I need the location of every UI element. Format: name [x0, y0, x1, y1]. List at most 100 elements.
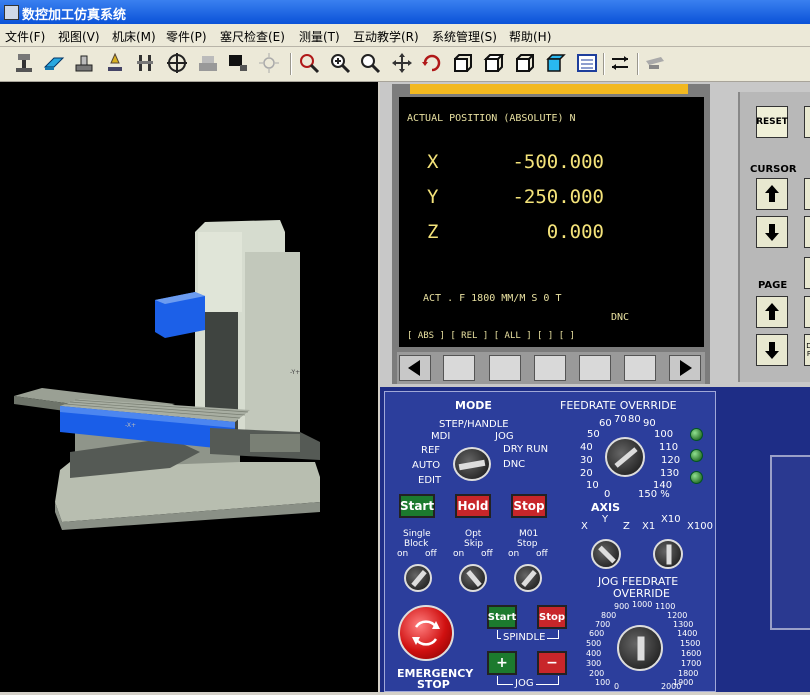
page-up-button[interactable]	[756, 296, 788, 328]
softkey-bar	[397, 352, 705, 384]
list-icon[interactable]	[575, 51, 599, 75]
menu-machine[interactable]: 机床(M)	[112, 28, 156, 45]
cursor-down-button[interactable]	[756, 216, 788, 248]
menu-measure[interactable]: 测量(T)	[299, 28, 340, 45]
mode-dnc: DNC	[503, 459, 526, 470]
feed-label-110: 110	[659, 442, 679, 453]
spindle-start-button[interactable]: Start	[487, 605, 517, 629]
cycle-stop-button[interactable]: Stop	[511, 494, 547, 518]
menu-help[interactable]: 帮助(H)	[509, 28, 551, 45]
light-icon[interactable]	[257, 51, 281, 75]
jog-label-600: 600	[589, 629, 605, 638]
key-edge-2[interactable]	[804, 178, 810, 210]
menu-feeler-check[interactable]: 塞尺检查(E)	[220, 28, 285, 45]
step-x10: X10	[661, 514, 681, 525]
softkey-left-arrow[interactable]	[399, 355, 431, 381]
axis-y-option: Y	[602, 514, 609, 525]
machine-operator-panel: MODE STEP/HANDLE MDI JOG REF DRY RUN AUT…	[384, 391, 716, 692]
emergency-stop-button[interactable]	[398, 605, 454, 661]
jog-label-700: 700	[595, 620, 611, 629]
softkey-1[interactable]	[443, 355, 475, 381]
key-edge-1[interactable]	[804, 106, 810, 138]
opt-skip-switch[interactable]	[459, 564, 487, 592]
mode-selector-knob[interactable]	[453, 447, 491, 481]
view-front-icon[interactable]	[513, 51, 537, 75]
key-edge-6[interactable]: DP	[804, 334, 810, 366]
key-edge-5[interactable]	[804, 296, 810, 328]
cursor-up-button[interactable]	[756, 178, 788, 210]
swap-icon[interactable]	[608, 51, 632, 75]
rotate-arrows-icon	[412, 620, 440, 646]
toolbar-separator	[603, 53, 605, 75]
jog-label-1400: 1400	[677, 629, 698, 638]
title-bar: 数控加工仿真系统	[0, 0, 810, 24]
menu-view[interactable]: 视图(V)	[58, 28, 100, 45]
arrow-up-icon	[765, 185, 779, 202]
tool-icon[interactable]	[103, 51, 127, 75]
zoom-box-icon[interactable]	[297, 51, 321, 75]
toolbar	[0, 47, 810, 82]
single-block-switch[interactable]	[404, 564, 432, 592]
softkey-3[interactable]	[534, 355, 566, 381]
jog-plus-button[interactable]: +	[487, 651, 517, 675]
m01-stop-switch[interactable]	[514, 564, 542, 592]
fixture-icon[interactable]	[72, 51, 96, 75]
view-left-icon[interactable]	[451, 51, 475, 75]
zoom-in-icon[interactable]	[328, 51, 352, 75]
gray-tool-icon[interactable]	[643, 51, 667, 75]
view-iso-icon[interactable]	[482, 51, 506, 75]
caliper-icon[interactable]	[133, 51, 157, 75]
softkey-5[interactable]	[624, 355, 656, 381]
jog-label-1800: 1800	[678, 669, 699, 678]
page-down-button[interactable]	[756, 334, 788, 366]
feed-hold-button[interactable]: Hold	[455, 494, 491, 518]
jog-feedrate-knob[interactable]	[617, 625, 663, 671]
svg-text:-Y+: -Y+	[290, 369, 300, 376]
m01-stop-line1: M01	[519, 529, 539, 539]
mode-dry-run: DRY RUN	[503, 444, 549, 455]
menu-bar: 文件(F) 视图(V) 机床(M) 零件(P) 塞尺检查(E) 测量(T) 互动…	[0, 24, 810, 47]
axis-select-knob[interactable]	[591, 539, 621, 569]
menu-file[interactable]: 文件(F)	[5, 28, 45, 45]
softkey-4[interactable]	[579, 355, 611, 381]
eraser-icon[interactable]	[42, 51, 66, 75]
3d-viewport[interactable]: -Y+ -X+	[0, 82, 378, 692]
feed-label-50: 50	[587, 429, 600, 440]
softkey-right-arrow[interactable]	[669, 355, 701, 381]
menu-system-management[interactable]: 系统管理(S)	[432, 28, 497, 45]
target-icon[interactable]	[165, 51, 189, 75]
softkey-2[interactable]	[489, 355, 521, 381]
workpiece-icon[interactable]	[196, 51, 220, 75]
feedrate-override-knob[interactable]	[605, 437, 645, 477]
m01-stop-off: off	[536, 549, 548, 559]
view-top-icon[interactable]	[544, 51, 568, 75]
jog-minus-button[interactable]: −	[537, 651, 567, 675]
reset-button[interactable]: RESET	[756, 106, 788, 138]
cycle-start-button[interactable]: Start	[399, 494, 435, 518]
key-edge-3[interactable]	[804, 216, 810, 248]
step-x100: X100	[687, 521, 713, 532]
feed-label-0: 0	[604, 489, 611, 500]
zoom-out-icon[interactable]	[358, 51, 382, 75]
axis-title: AXIS	[591, 501, 621, 514]
menu-interactive-teaching[interactable]: 互动教学(R)	[353, 28, 419, 45]
step-x1: X1	[642, 521, 656, 532]
milling-machine-model: -Y+ -X+	[14, 220, 320, 530]
pan-icon[interactable]	[390, 51, 414, 75]
spindle-stop-button[interactable]: Stop	[537, 605, 567, 629]
key-edge-4[interactable]	[804, 257, 810, 289]
rotate-icon[interactable]	[420, 51, 444, 75]
axis-y-label: Y	[427, 186, 439, 208]
origin-icon[interactable]	[12, 51, 36, 75]
jog-label-500: 500	[586, 639, 602, 648]
toolbar-separator	[290, 53, 292, 75]
mode-step-handle: STEP/HANDLE	[439, 419, 509, 430]
toolbar-separator	[637, 53, 639, 75]
jog-label-200: 200	[589, 669, 605, 678]
menu-part[interactable]: 零件(P)	[166, 28, 207, 45]
step-multiplier-knob[interactable]	[653, 539, 683, 569]
screen-top-bar	[410, 84, 688, 94]
softkey-labels: [ ABS ] [ REL ] [ ALL ] [ ] [ ]	[407, 331, 575, 341]
cursor-label: CURSOR	[750, 164, 797, 175]
monitor-icon[interactable]	[226, 51, 250, 75]
